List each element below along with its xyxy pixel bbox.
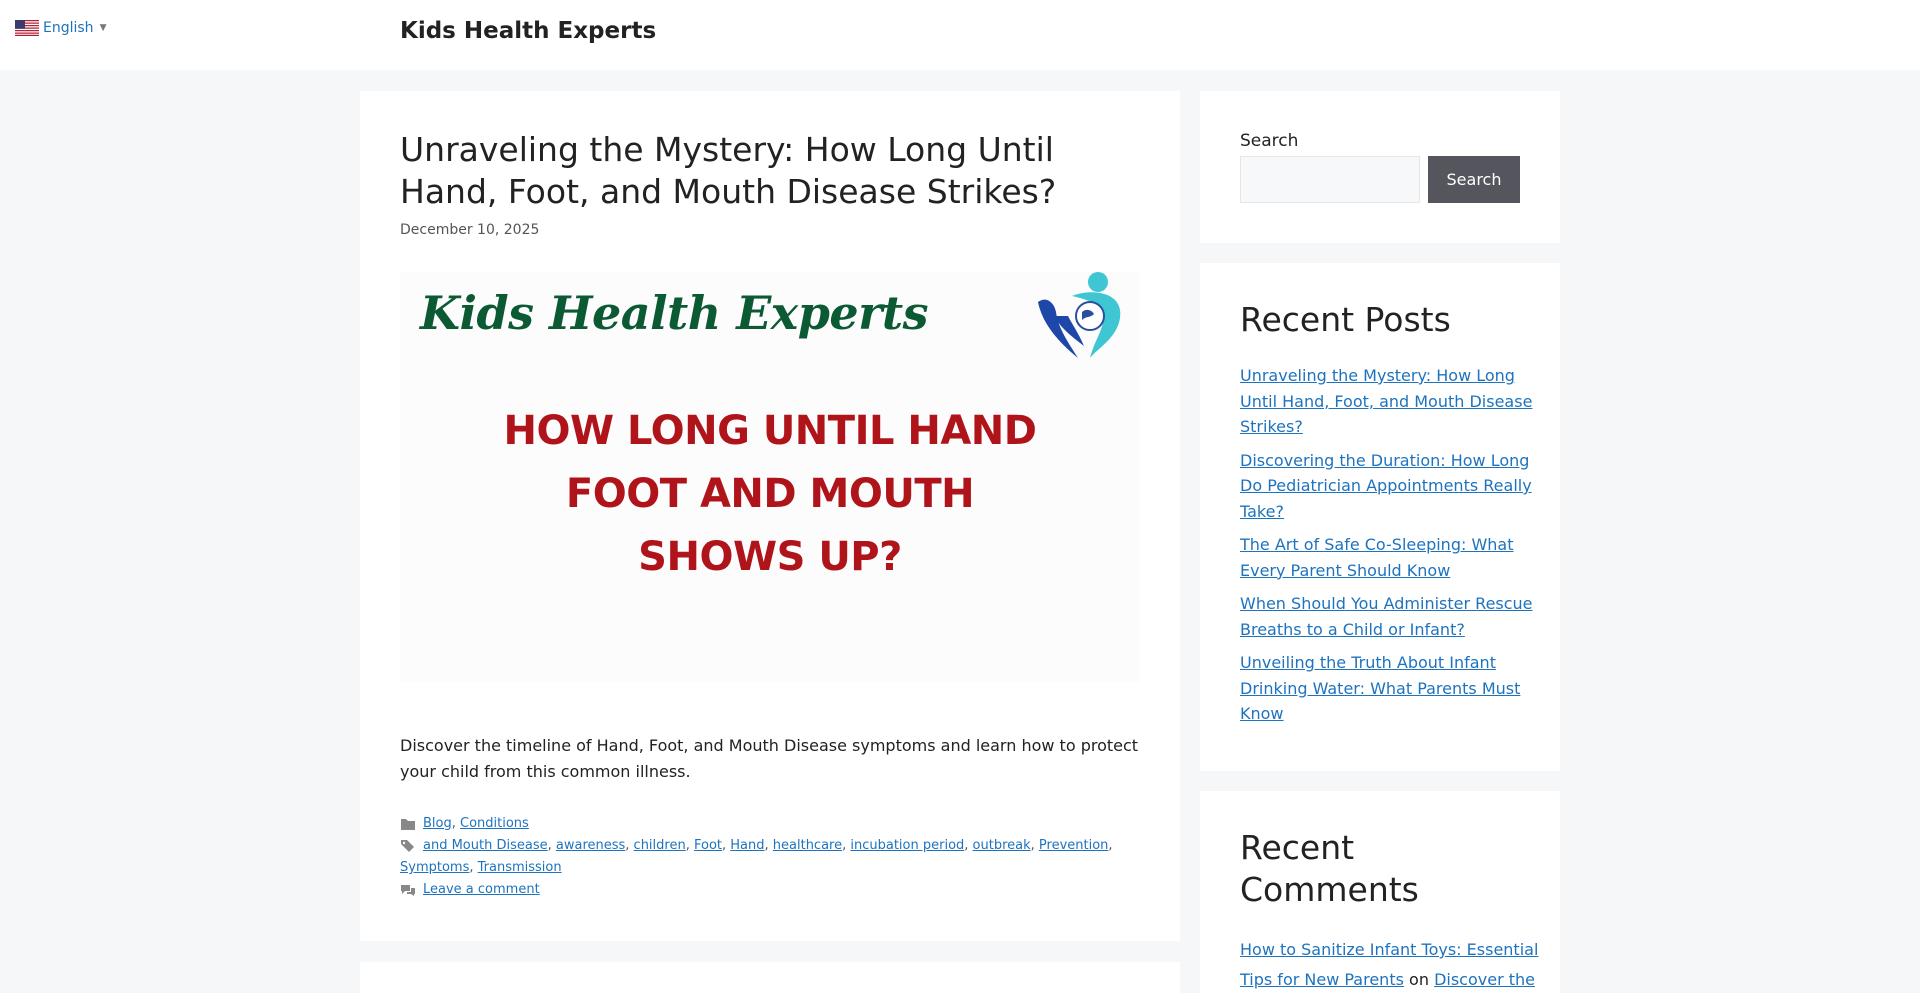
tag-link[interactable]: Foot bbox=[694, 838, 722, 853]
tag-link[interactable]: Transmission bbox=[478, 860, 562, 875]
recent-post-link[interactable]: Unraveling the Mystery: How Long Until H… bbox=[1240, 366, 1532, 436]
comments-row: Leave a comment bbox=[400, 879, 1140, 901]
tag-link[interactable]: awareness bbox=[556, 838, 625, 853]
article-meta: Blog, Conditions and Mouth Disease, awar… bbox=[400, 813, 1140, 901]
site-title[interactable]: Kids Health Experts bbox=[400, 18, 656, 44]
tag-link[interactable]: Hand bbox=[730, 838, 764, 853]
search-label: Search bbox=[1240, 131, 1299, 151]
list-item: Unveiling the Truth About Infant Drinkin… bbox=[1240, 650, 1540, 727]
list-item: Unraveling the Mystery: How Long Until H… bbox=[1240, 363, 1540, 440]
recent-posts-title: Recent Posts bbox=[1240, 300, 1451, 339]
featured-image-headline-line: HOW LONG UNTIL HAND bbox=[503, 408, 1037, 454]
list-item: The Art of Safe Co-Sleeping: What Every … bbox=[1240, 532, 1540, 583]
comments-icon bbox=[401, 885, 415, 896]
article-date: December 10, 2025 bbox=[400, 222, 540, 238]
recent-posts-list: Unraveling the Mystery: How Long Until H… bbox=[1240, 363, 1540, 735]
category-link[interactable]: Conditions bbox=[460, 816, 529, 831]
list-item: When Should You Administer Rescue Breath… bbox=[1240, 591, 1540, 642]
comment-connector: on bbox=[1409, 970, 1429, 989]
hands-globe-logo-icon bbox=[1038, 272, 1121, 358]
tag-link[interactable]: incubation period bbox=[850, 838, 964, 853]
comment-author-link[interactable]: Discover the bbox=[1434, 970, 1535, 989]
language-switcher[interactable]: English ▼ bbox=[15, 18, 106, 38]
tag-link[interactable]: Prevention bbox=[1039, 838, 1109, 853]
recent-post-link[interactable]: Unveiling the Truth About Infant Drinkin… bbox=[1240, 653, 1520, 723]
recent-post-link[interactable]: When Should You Administer Rescue Breath… bbox=[1240, 594, 1533, 639]
tag-link[interactable]: healthcare bbox=[773, 838, 842, 853]
article-summary: Discover the timeline of Hand, Foot, and… bbox=[400, 736, 1139, 781]
folder-icon bbox=[401, 819, 415, 830]
site-header: English ▼ Kids Health Experts bbox=[0, 0, 1920, 70]
recent-comments-title: Recent Comments bbox=[1240, 828, 1419, 909]
featured-image-brand: Kids Health Experts bbox=[420, 286, 929, 340]
recent-comments-list: How to Sanitize Infant Toys: Essential T… bbox=[1240, 935, 1540, 993]
featured-image-headline-line: SHOWS UP? bbox=[638, 534, 902, 580]
tags-icon bbox=[401, 840, 414, 852]
us-flag-icon bbox=[15, 20, 39, 36]
language-label[interactable]: English bbox=[43, 20, 94, 36]
article-card: Unraveling the Mystery: How Long Until H… bbox=[360, 91, 1180, 941]
list-item: How to Sanitize Infant Toys: Essential T… bbox=[1240, 935, 1540, 993]
recent-post-link[interactable]: The Art of Safe Co-Sleeping: What Every … bbox=[1240, 535, 1514, 580]
article-title: Unraveling the Mystery: How Long Until H… bbox=[400, 130, 1057, 211]
recent-post-link[interactable]: Discovering the Duration: How Long Do Pe… bbox=[1240, 451, 1532, 521]
search-widget: Search Search bbox=[1200, 91, 1560, 243]
next-article-card bbox=[360, 962, 1180, 993]
featured-image-headline-line: FOOT AND MOUTH bbox=[565, 471, 975, 517]
leave-comment-link[interactable]: Leave a comment bbox=[423, 882, 540, 897]
featured-image[interactable]: Kids Health Experts HOW LONG UNTIL HAND … bbox=[400, 272, 1140, 682]
tag-link[interactable]: Symptoms bbox=[400, 860, 469, 875]
tag-link[interactable]: outbreak bbox=[973, 838, 1031, 853]
tag-link[interactable]: children bbox=[634, 838, 686, 853]
search-button[interactable]: Search bbox=[1428, 156, 1520, 203]
featured-image-headline: HOW LONG UNTIL HAND FOOT AND MOUTH SHOWS… bbox=[400, 400, 1140, 589]
chevron-down-icon[interactable]: ▼ bbox=[100, 23, 107, 33]
categories-row: Blog, Conditions bbox=[400, 813, 1140, 835]
tags-row: and Mouth Disease, awareness, children, … bbox=[400, 838, 1113, 875]
list-item: Discovering the Duration: How Long Do Pe… bbox=[1240, 448, 1540, 525]
search-input[interactable] bbox=[1240, 156, 1420, 203]
category-link[interactable]: Blog bbox=[423, 816, 452, 831]
recent-posts-widget: Recent Posts Unraveling the Mystery: How… bbox=[1200, 263, 1560, 771]
recent-comments-widget: Recent Comments How to Sanitize Infant T… bbox=[1200, 791, 1560, 993]
tag-link[interactable]: and Mouth Disease bbox=[423, 838, 548, 853]
